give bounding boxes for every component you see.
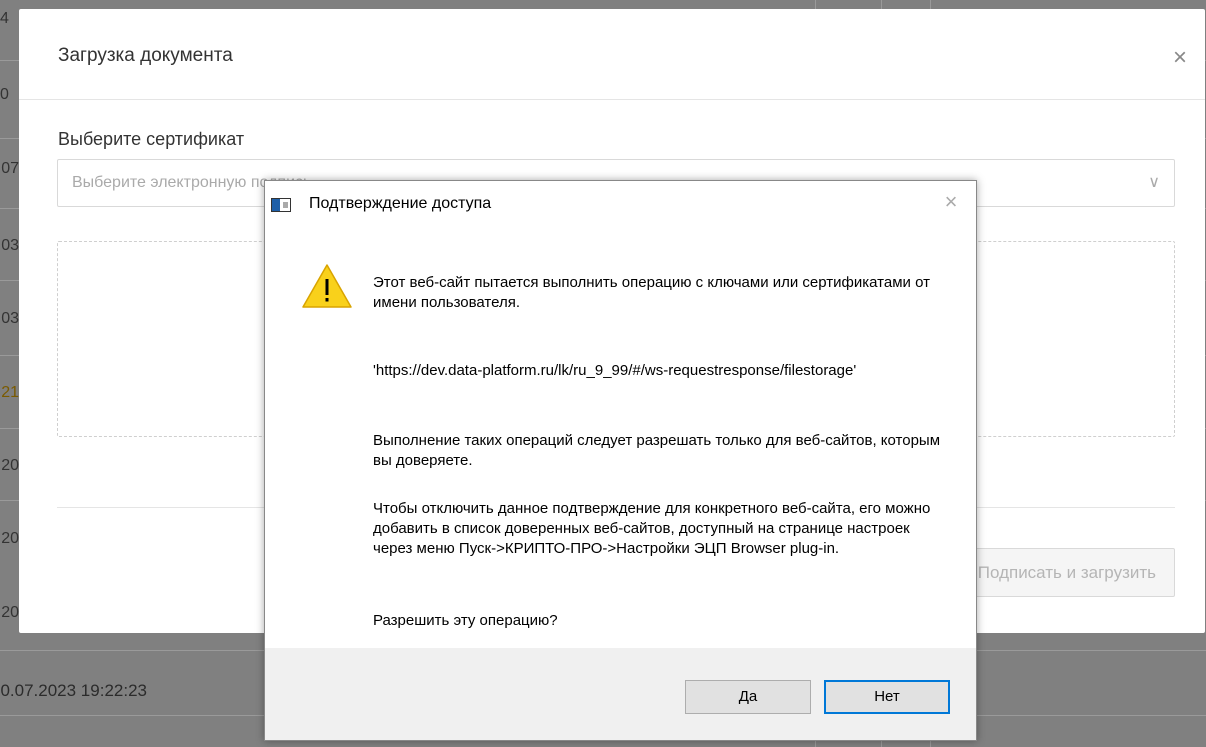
table-cell-fragment: 20	[1, 457, 19, 474]
dialog-title: Подтверждение доступа	[309, 195, 492, 212]
table-cell-fragment: 03	[1, 237, 19, 254]
window-icon	[271, 198, 291, 212]
sign-and-upload-label: Подписать и загрузить	[977, 563, 1156, 582]
divider	[19, 99, 1205, 100]
chevron-down-icon: ∨	[1148, 174, 1160, 191]
dialog-warning-text: Выполнение таких операций следует разреш…	[373, 432, 941, 469]
close-icon[interactable]: ×	[1165, 43, 1195, 73]
no-button[interactable]: Нет	[824, 680, 950, 714]
table-cell-fragment: 03	[1, 310, 19, 327]
table-cell-fragment: 0	[0, 86, 9, 103]
warning-icon	[302, 264, 352, 308]
table-cell-fragment: 4	[0, 10, 9, 27]
access-confirmation-dialog: Подтверждение доступа × Этот веб-сайт пы…	[264, 180, 977, 741]
dialog-question: Разрешить эту операцию?	[373, 612, 558, 629]
yes-button[interactable]: Да	[685, 680, 811, 714]
table-cell-fragment: 21	[1, 384, 19, 401]
dialog-url: 'https://dev.data-platform.ru/lk/ru_9_99…	[373, 362, 857, 379]
table-cell-fragment: 07	[1, 160, 19, 177]
certificate-label: Выберите сертификат	[58, 129, 245, 149]
table-cell-date: 20.07.2023 19:22:23	[0, 681, 147, 700]
dialog-instructions: Чтобы отключить данное подтверждение для…	[373, 500, 931, 557]
dialog-message: Этот веб-сайт пытается выполнить операци…	[373, 274, 930, 311]
modal-title: Загрузка документа	[58, 45, 233, 66]
table-cell-fragment: 20	[1, 530, 19, 547]
table-cell-fragment: 20	[1, 604, 19, 621]
dialog-footer: Да Нет	[265, 648, 976, 740]
close-icon[interactable]: ×	[936, 187, 966, 217]
